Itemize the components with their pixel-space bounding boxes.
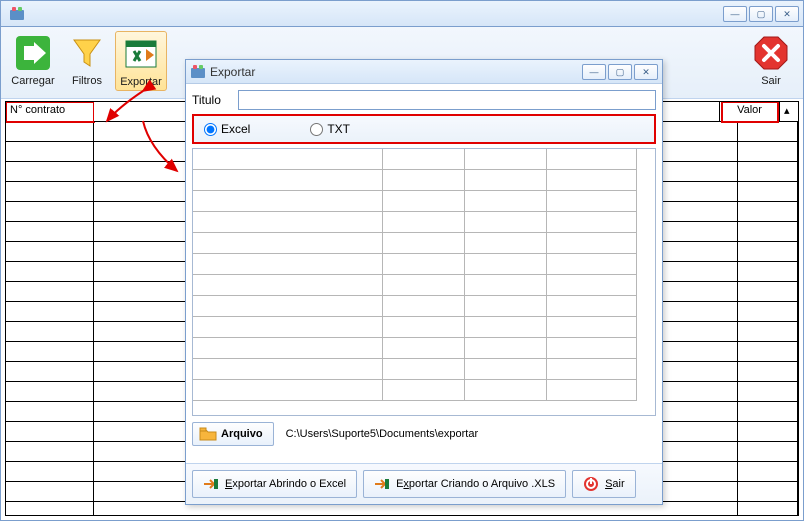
export-minimize-button[interactable]: —: [582, 64, 606, 80]
export-sair-label: Sair: [605, 478, 625, 490]
arquivo-row: Arquivo C:\Users\Suporte5\Documents\expo…: [192, 422, 656, 446]
table-row[interactable]: [193, 275, 655, 296]
excel-export-icon: [121, 34, 161, 74]
window-controls: — ▢ ✕: [723, 6, 799, 22]
export-dialog-titlebar: Exportar — ▢ ✕: [186, 60, 662, 84]
close-button[interactable]: ✕: [775, 6, 799, 22]
filtros-button[interactable]: Filtros: [61, 31, 113, 89]
column-header-valor[interactable]: Valor: [720, 102, 780, 122]
export-arrow-icon: [203, 477, 219, 491]
annotation-box-valor: [721, 101, 779, 123]
table-row[interactable]: [193, 359, 655, 380]
close-octagon-icon: [751, 33, 791, 73]
table-row[interactable]: [193, 317, 655, 338]
export-body: Titulo Excel TXT Arqu: [186, 84, 662, 452]
minimize-button[interactable]: —: [723, 6, 747, 22]
table-row[interactable]: [193, 254, 655, 275]
folder-icon: [199, 426, 217, 442]
export-dialog-title: Exportar: [210, 65, 255, 79]
main-titlebar: — ▢ ✕: [1, 1, 803, 27]
scroll-gap: ▴: [780, 102, 798, 122]
titulo-label: Titulo: [192, 93, 232, 107]
export-arrow-icon: [374, 477, 390, 491]
main-window: — ▢ ✕ Carregar Filtros Exportar: [0, 0, 804, 521]
format-txt-radio[interactable]: [310, 123, 323, 136]
table-row[interactable]: [193, 338, 655, 359]
sair-label: Sair: [761, 75, 781, 87]
export-dialog-icon: [190, 64, 206, 80]
table-row[interactable]: [193, 380, 655, 401]
table-row[interactable]: [193, 191, 655, 212]
table-row[interactable]: [193, 170, 655, 191]
arquivo-path: C:\Users\Suporte5\Documents\exportar: [282, 428, 656, 440]
sair-button[interactable]: Sair: [745, 31, 797, 89]
funnel-icon: [67, 33, 107, 73]
titulo-input[interactable]: [238, 90, 656, 110]
carregar-label: Carregar: [11, 75, 54, 87]
exportar-button[interactable]: Exportar: [115, 31, 167, 91]
format-txt-option[interactable]: TXT: [310, 122, 350, 136]
exportar-abrindo-label: Exportar Abrindo o Excel: [225, 478, 346, 490]
arrow-right-icon: [13, 33, 53, 73]
export-dialog: Exportar — ▢ ✕ Titulo Excel TXT: [185, 59, 663, 505]
column-header-contrato[interactable]: N° contrato: [6, 102, 94, 122]
export-columns-grid[interactable]: [192, 148, 656, 416]
export-window-controls: — ▢ ✕: [582, 64, 658, 80]
carregar-button[interactable]: Carregar: [7, 31, 59, 89]
format-txt-label: TXT: [327, 122, 350, 136]
titulo-row: Titulo: [192, 90, 656, 110]
app-icon: [9, 6, 25, 22]
table-row[interactable]: [193, 149, 655, 170]
arquivo-button[interactable]: Arquivo: [192, 422, 274, 446]
format-excel-option[interactable]: Excel: [204, 122, 250, 136]
export-maximize-button[interactable]: ▢: [608, 64, 632, 80]
filtros-label: Filtros: [72, 75, 102, 87]
exportar-abrindo-button[interactable]: Exportar Abrindo o Excel: [192, 470, 357, 498]
format-row: Excel TXT: [192, 114, 656, 144]
annotation-box-contrato: [5, 101, 95, 123]
maximize-button[interactable]: ▢: [749, 6, 773, 22]
export-close-button[interactable]: ✕: [634, 64, 658, 80]
arquivo-button-label: Arquivo: [221, 428, 263, 440]
table-row[interactable]: [193, 233, 655, 254]
format-excel-label: Excel: [221, 122, 250, 136]
export-sair-button[interactable]: Sair: [572, 470, 636, 498]
table-row[interactable]: [193, 212, 655, 233]
exportar-label: Exportar: [120, 76, 162, 88]
exportar-criando-button[interactable]: Exportar Criando o Arquivo .XLS: [363, 470, 566, 498]
export-footer: Exportar Abrindo o Excel Exportar Criand…: [186, 463, 662, 504]
format-excel-radio[interactable]: [204, 123, 217, 136]
table-row[interactable]: [193, 296, 655, 317]
exportar-criando-label: Exportar Criando o Arquivo .XLS: [396, 478, 555, 490]
power-icon: [583, 476, 599, 492]
